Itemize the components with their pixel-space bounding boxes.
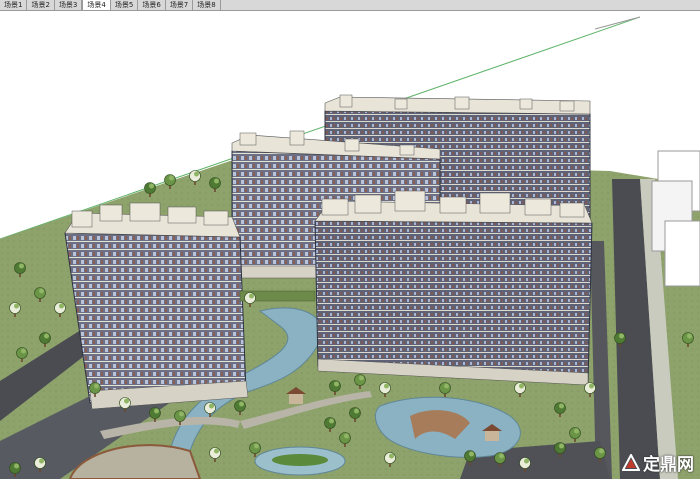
sketchup-viewer: 场景1 场景2 场景3 场景4 场景5 场景6 场景7 场景8 定鼎网 <box>0 0 700 479</box>
model-viewport[interactable] <box>0 11 700 479</box>
scene-tab-5[interactable]: 场景5 <box>111 0 139 10</box>
residential-tower-front <box>314 190 593 386</box>
model-canvas[interactable] <box>0 11 700 479</box>
scene-tab-1[interactable]: 场景1 <box>0 0 28 10</box>
scene-tab-2[interactable]: 场景2 <box>27 0 55 10</box>
scene-tab-6[interactable]: 场景6 <box>138 0 166 10</box>
dingding-logo-icon <box>622 453 640 471</box>
pond-island <box>272 454 328 466</box>
residential-tower-west <box>64 202 249 410</box>
scene-tab-bar: 场景1 场景2 场景3 场景4 场景5 场景6 场景7 场景8 <box>0 0 700 11</box>
watermark-text: 定鼎网 <box>643 455 694 475</box>
scene-tab-7[interactable]: 场景7 <box>166 0 194 10</box>
scene-tab-8[interactable]: 场景8 <box>193 0 221 10</box>
scene-tab-3[interactable]: 场景3 <box>55 0 83 10</box>
scene-tab-4[interactable]: 场景4 <box>82 0 111 10</box>
site-watermark: 定鼎网 <box>622 450 694 475</box>
